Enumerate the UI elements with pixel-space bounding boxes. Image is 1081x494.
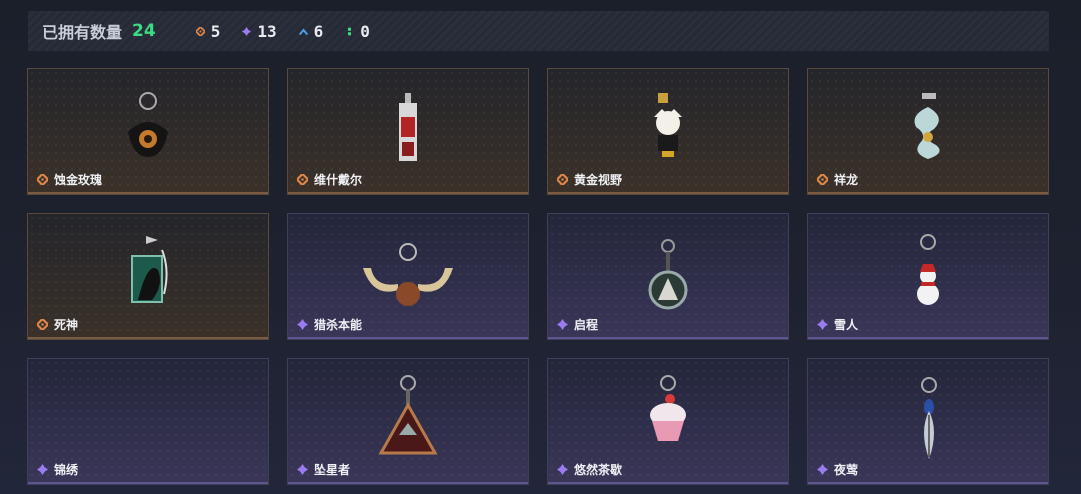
owned-count-label: 已拥有数量: [42, 23, 123, 42]
charm-card[interactable]: 悠然茶歇: [547, 358, 789, 485]
triangle-charm-icon: [373, 369, 443, 463]
charm-name: 悠然茶歇: [574, 463, 623, 477]
cupcake-charm-icon: [638, 369, 698, 453]
purple-gem-icon: [37, 464, 48, 475]
purple-gem-icon: [817, 464, 828, 475]
owned-total: 24: [132, 21, 156, 41]
figure-charm-icon: [638, 87, 698, 171]
charm-label: 猎杀本能: [297, 316, 362, 333]
orange-gem-icon: [37, 174, 48, 185]
charm-name: 维什戴尔: [314, 173, 363, 187]
charm-card[interactable]: 雪人: [807, 213, 1049, 340]
purple-gem-icon: [297, 464, 308, 475]
charm-label: 夜莺: [817, 461, 858, 478]
charm-name: 锦绣: [54, 463, 79, 477]
charm-card[interactable]: 蚀金玫瑰: [27, 68, 269, 195]
charm-name: 死神: [54, 318, 79, 332]
charm-label: 祥龙: [817, 171, 858, 188]
charm-card[interactable]: 坠星者: [287, 358, 529, 485]
charm-label: 坠星者: [297, 461, 350, 478]
empty-charm-icon: [143, 359, 153, 370]
charm-card[interactable]: 死神: [27, 213, 269, 340]
charm-card[interactable]: 维什戴尔: [287, 68, 529, 195]
blue-chevron-icon: [298, 28, 308, 35]
card-charm-icon: [388, 87, 428, 171]
purple-gem-icon: [557, 464, 568, 475]
charm-label: 锦绣: [37, 461, 78, 478]
purple-tier-count: 13: [242, 22, 277, 41]
charm-label: 黄金视野: [557, 171, 622, 188]
charm-label: 维什戴尔: [297, 171, 362, 188]
charm-name: 坠星者: [314, 463, 351, 477]
feather-charm-icon: [903, 371, 953, 465]
orange-gem-icon: [557, 174, 568, 185]
orange-gem-icon: [37, 319, 48, 330]
charm-label: 雪人: [817, 316, 858, 333]
purple-gem-icon: [817, 319, 828, 330]
charm-name: 祥龙: [834, 173, 859, 187]
charm-name: 夜莺: [834, 463, 859, 477]
charm-card[interactable]: 夜莺: [807, 358, 1049, 485]
teapot-charm-icon: [118, 87, 178, 171]
orange-tier-count: 5: [195, 22, 220, 41]
charm-card[interactable]: 祥龙: [807, 68, 1049, 195]
purple-gem-icon: [557, 319, 568, 330]
charm-label: 死神: [37, 316, 78, 333]
orange-gem-icon: [817, 174, 828, 185]
antler-charm-icon: [353, 238, 463, 322]
green-tier-count: 0: [345, 22, 370, 41]
charm-card[interactable]: 猎杀本能: [287, 213, 529, 340]
green-dots-icon: [348, 27, 352, 35]
charm-card[interactable]: 黄金视野: [547, 68, 789, 195]
charm-name: 雪人: [834, 318, 859, 332]
charm-name: 黄金视野: [574, 173, 623, 187]
charm-label: 启程: [557, 316, 598, 333]
dragon-charm-icon: [898, 87, 958, 171]
medal-charm-icon: [638, 230, 698, 324]
charm-card[interactable]: 启程: [547, 213, 789, 340]
charm-name: 启程: [574, 318, 599, 332]
charm-name: 猎杀本能: [314, 318, 363, 332]
charm-label: 悠然茶歇: [557, 461, 622, 478]
charm-name: 蚀金玫瑰: [54, 173, 103, 187]
purple-gem-icon: [242, 26, 252, 36]
blue-tier-count: 6: [298, 22, 323, 41]
inventory-header: 已拥有数量 24 5 13 6 0: [28, 11, 1049, 51]
orange-gem-icon: [297, 174, 308, 185]
charm-label: 蚀金玫瑰: [37, 171, 102, 188]
purple-gem-icon: [297, 319, 308, 330]
snowman-charm-icon: [903, 226, 953, 320]
charm-card[interactable]: 锦绣: [27, 358, 269, 485]
orange-gem-icon: [195, 26, 205, 36]
reaper-charm-icon: [118, 230, 178, 324]
